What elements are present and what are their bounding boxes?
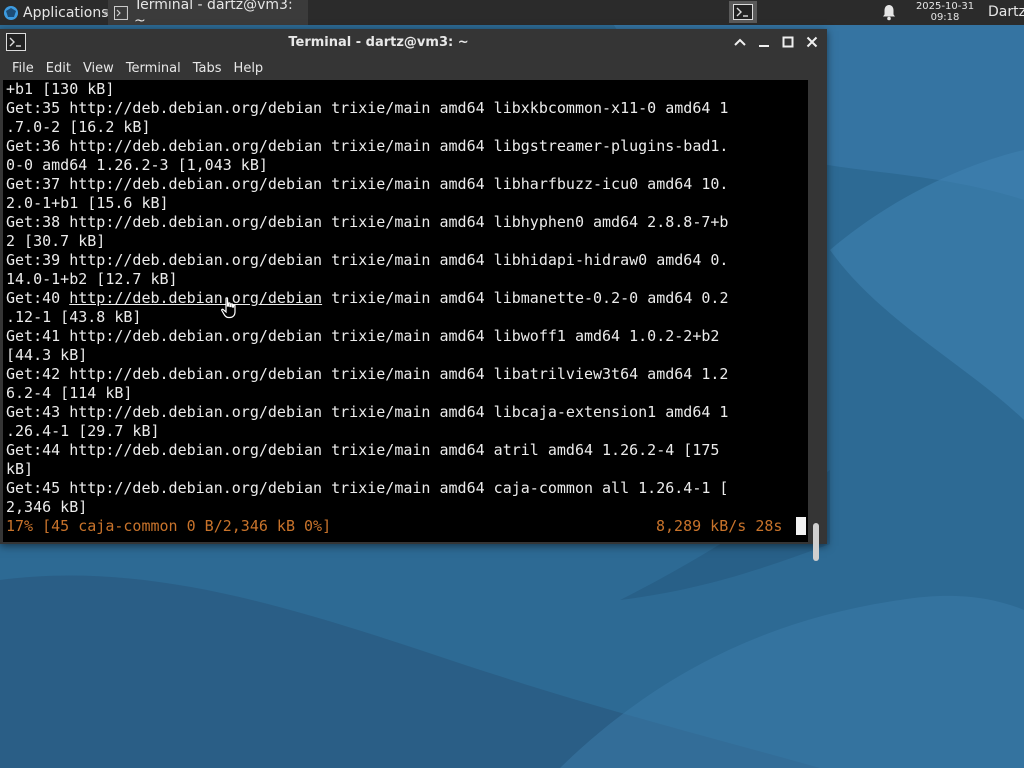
menu-terminal[interactable]: Terminal <box>120 61 187 76</box>
terminal-line: Get:45 http://deb.debian.org/debian trix… <box>6 479 729 497</box>
menu-help[interactable]: Help <box>228 61 270 76</box>
clock-date: 2025-10-31 <box>915 1 975 12</box>
status-speed: 8,289 kB/s 28s <box>656 517 783 535</box>
user-menu[interactable]: Dartz <box>988 4 1024 20</box>
taskbar-item-terminal[interactable]: Terminal - dartz@vm3: ~ <box>108 0 308 29</box>
terminal-line: .7.0-2 [16.2 kB] <box>6 118 151 136</box>
window-title: Terminal - dartz@vm3: ~ <box>288 35 469 50</box>
notification-bell-icon[interactable] <box>881 4 897 21</box>
text-cursor <box>796 517 806 535</box>
line-prefix: Get:40 <box>6 289 70 307</box>
window-titlebar[interactable]: Terminal - dartz@vm3: ~ <box>0 29 827 56</box>
minimize-icon <box>759 45 769 47</box>
terminal-icon <box>114 5 128 20</box>
minimize-button[interactable] <box>755 33 773 51</box>
terminal-line-with-link: Get:40 http://deb.debian.org/debian trix… <box>6 289 806 308</box>
terminal-line: .12-1 [43.8 kB] <box>6 308 142 326</box>
menu-file[interactable]: File <box>6 61 40 76</box>
url-link[interactable]: http://deb.debian.org/debian <box>69 289 322 307</box>
close-button[interactable] <box>803 33 821 51</box>
terminal-window: Terminal - dartz@vm3: ~ File Edit View T… <box>0 29 827 561</box>
terminal-icon <box>733 4 753 20</box>
xfce-logo-icon <box>4 5 18 20</box>
scrollbar[interactable] <box>808 80 825 561</box>
menu-view[interactable]: View <box>77 61 120 76</box>
scrollbar-thumb[interactable] <box>813 523 819 561</box>
hand-pointer-icon <box>221 297 236 319</box>
status-progress: 17% [45 caja-common 0 B/2,346 kB 0%] <box>6 517 332 535</box>
terminal-line: 14.0-1+b2 [12.7 kB] <box>6 270 178 288</box>
terminal-line: Get:36 http://deb.debian.org/debian trix… <box>6 137 729 155</box>
taskbar-item-label: Terminal - dartz@vm3: ~ <box>133 0 293 29</box>
terminal-line: 2,346 kB] <box>6 498 88 516</box>
terminal-line: Get:43 http://deb.debian.org/debian trix… <box>6 403 729 421</box>
terminal-launcher-button[interactable] <box>729 1 757 23</box>
chevron-up-icon <box>734 38 746 46</box>
menu-tabs[interactable]: Tabs <box>187 61 228 76</box>
terminal-line: Get:42 http://deb.debian.org/debian trix… <box>6 365 729 383</box>
top-panel: Applications ≡ Terminal - dartz@vm3: ~ 2… <box>0 0 1024 29</box>
terminal-line: Get:35 http://deb.debian.org/debian trix… <box>6 99 729 117</box>
download-status-line: 17% [45 caja-common 0 B/2,346 kB 0%] 8,28… <box>6 517 806 536</box>
terminal-line: kB] <box>6 460 34 478</box>
clock[interactable]: 2025-10-31 09:18 <box>909 1 981 23</box>
maximize-button[interactable] <box>779 33 797 51</box>
terminal-line: Get:39 http://deb.debian.org/debian trix… <box>6 251 729 269</box>
terminal-output[interactable]: +b1 [130 kB] Get:35 http://deb.debian.org… <box>3 80 808 542</box>
line-suffix: trixie/main amd64 libmanette-0.2-0 amd64… <box>322 289 729 307</box>
terminal-line: 0-0 amd64 1.26.2-3 [1,043 kB] <box>6 156 268 174</box>
terminal-line: Get:44 http://deb.debian.org/debian trix… <box>6 441 720 459</box>
terminal-line: Get:38 http://deb.debian.org/debian trix… <box>6 213 729 231</box>
terminal-line: [44.3 kB] <box>6 346 88 364</box>
close-icon <box>806 36 818 48</box>
clock-time: 09:18 <box>930 12 960 23</box>
terminal-line: +b1 [130 kB] <box>6 80 115 98</box>
terminal-line: 2 [30.7 kB] <box>6 232 106 250</box>
terminal-line: Get:41 http://deb.debian.org/debian trix… <box>6 327 720 345</box>
applications-label: Applications <box>23 4 109 21</box>
terminal-line: Get:37 http://deb.debian.org/debian trix… <box>6 175 729 193</box>
maximize-icon <box>782 36 794 48</box>
applications-menu-button[interactable]: Applications <box>0 0 111 25</box>
shade-button[interactable] <box>731 33 749 51</box>
menu-edit[interactable]: Edit <box>40 61 77 76</box>
terminal-lines: +b1 [130 kB] Get:35 http://deb.debian.org… <box>6 80 806 536</box>
terminal-line: 6.2-4 [114 kB] <box>6 384 133 402</box>
menu-bar: File Edit View Terminal Tabs Help <box>0 56 827 80</box>
terminal-line: .26.4-1 [29.7 kB] <box>6 422 160 440</box>
terminal-line: 2.0-1+b1 [15.6 kB] <box>6 194 169 212</box>
